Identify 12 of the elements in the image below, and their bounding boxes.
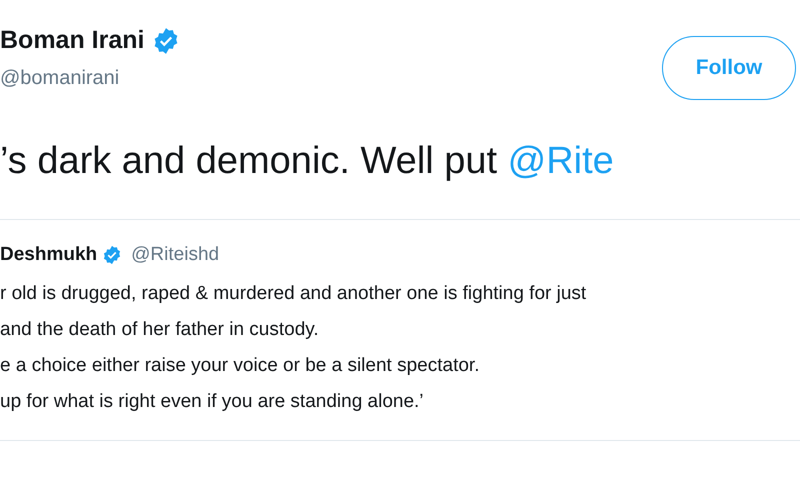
quoted-author-handle: @Riteishd xyxy=(131,244,220,266)
follow-button[interactable]: Follow xyxy=(662,36,796,100)
mention-link[interactable]: @Rite xyxy=(508,140,614,182)
quoted-tweet-line: r old is drugged, raped & murdered and another one is fighting for just xyxy=(0,282,588,306)
author-handle[interactable]: @bomanirani xyxy=(0,67,180,90)
quoted-author-name: Deshmukh xyxy=(0,244,98,266)
quoted-tweet-line: e a choice either raise your voice or be a silent spectator. xyxy=(0,354,480,378)
quoted-tweet-line: up for what is right even if you are standing alone.’ xyxy=(0,390,425,414)
quoted-tweet-card[interactable] xyxy=(0,219,800,441)
quoted-tweet-line: and the death of her father in custody. xyxy=(0,318,320,342)
tweet-text: ’s dark and demonic. Well put @Rite xyxy=(0,140,615,183)
author-name[interactable]: Boman Irani xyxy=(0,26,144,55)
